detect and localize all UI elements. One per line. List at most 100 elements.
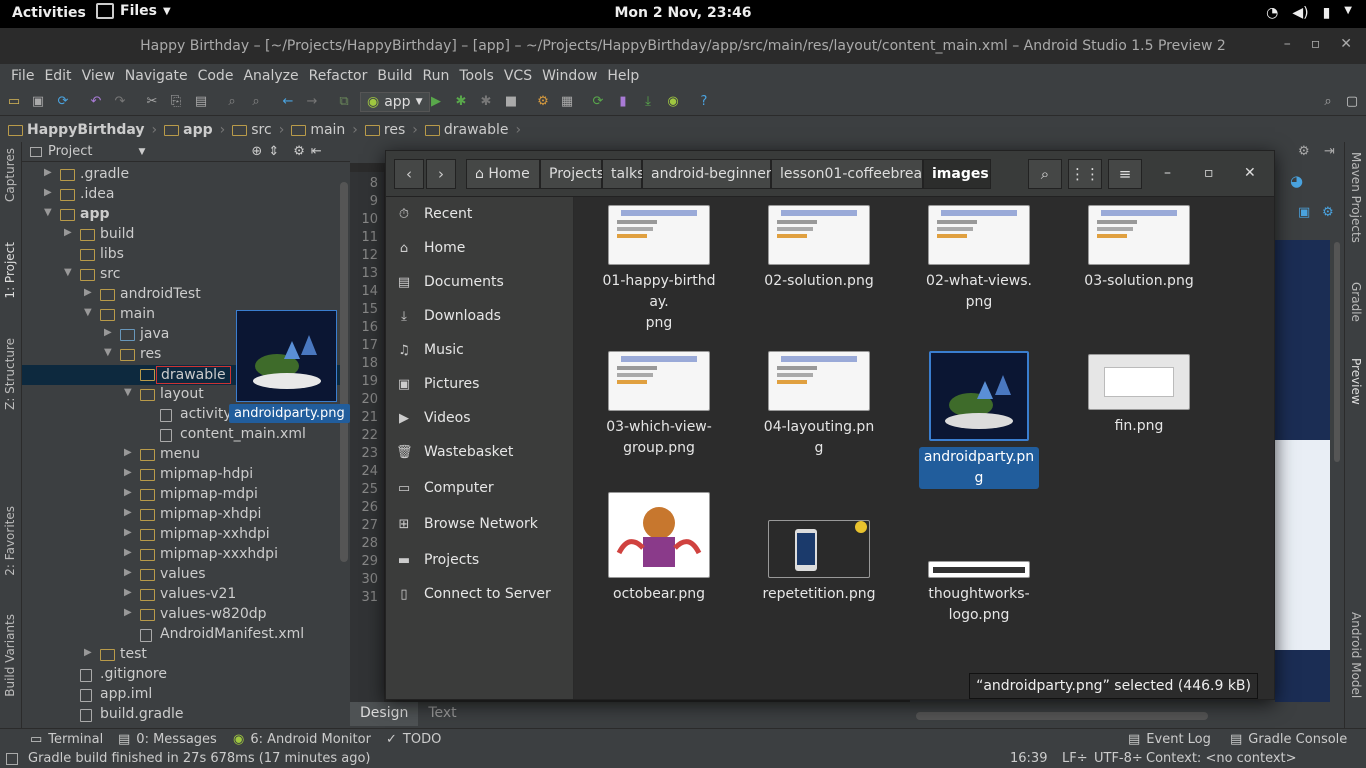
tool-windows-icon[interactable]	[6, 753, 18, 765]
tree-row[interactable]: ▶ build	[22, 225, 340, 245]
chevron-right-icon[interactable]: ▶	[124, 487, 132, 498]
scroll-from-source-icon[interactable]: ⊕	[251, 144, 262, 159]
chevron-down-icon[interactable]: ▼	[138, 147, 145, 157]
chevron-right-icon[interactable]: ▶	[64, 227, 72, 238]
places-item-browse-network[interactable]: ⊞ Browse Network	[396, 513, 538, 535]
menu-analyze[interactable]: Analyze	[238, 64, 303, 88]
tree-row[interactable]: app.iml	[22, 685, 340, 705]
file-encoding[interactable]: UTF-8÷	[1094, 751, 1143, 766]
forward-icon[interactable]: →	[304, 94, 320, 110]
make-project-icon[interactable]: ⧉	[336, 94, 352, 110]
tree-row[interactable]: ▶ values-w820dp	[22, 605, 340, 625]
tree-row[interactable]: ▶ .gradle	[22, 165, 340, 185]
tool-tab-gradle-console[interactable]: ▤ Gradle Console	[1230, 732, 1347, 747]
menu-tools[interactable]: Tools	[454, 64, 499, 88]
find-icon[interactable]: ⌕	[224, 94, 240, 110]
menu-edit[interactable]: Edit	[39, 64, 76, 88]
places-item-home[interactable]: ⌂ Home	[396, 237, 465, 259]
tool-tab-android-monitor[interactable]: ◉ 6: Android Monitor	[233, 732, 371, 747]
places-item-downloads[interactable]: ⤓ Downloads	[396, 305, 501, 327]
places-item-projects[interactable]: ▬ Projects	[396, 549, 479, 571]
android-device-monitor-icon[interactable]: ◉	[665, 94, 681, 110]
file-item[interactable]: thoughtworks-logo.png	[919, 492, 1039, 626]
tool-tab-preview[interactable]: Preview	[1349, 358, 1363, 405]
chevron-right-icon[interactable]: ▶	[84, 647, 92, 658]
places-item-recent[interactable]: ⏱ Recent	[396, 203, 472, 225]
breadcrumb-item[interactable]: main	[291, 122, 345, 138]
menu-navigate[interactable]: Navigate	[120, 64, 193, 88]
maximize-icon[interactable]: ▫	[1204, 165, 1214, 181]
gear-icon[interactable]: ⚙	[1298, 144, 1310, 159]
project-view-select[interactable]: Project	[48, 144, 92, 159]
save-icon[interactable]: ▣	[30, 94, 46, 110]
chevron-right-icon[interactable]: ▶	[124, 607, 132, 618]
file-item[interactable]: 02-solution.png	[759, 205, 879, 292]
tool-tab-todo[interactable]: ✓ TODO	[386, 732, 441, 747]
tree-row[interactable]: libs	[22, 245, 340, 265]
path-button[interactable]: lesson01-coffeebreak	[771, 159, 930, 189]
tool-tab-favorites[interactable]: 2: Favorites	[3, 506, 17, 576]
tree-row[interactable]: ▶ mipmap-xhdpi	[22, 505, 340, 525]
open-folder-icon[interactable]: ▭	[6, 94, 22, 110]
minimize-icon[interactable]: –	[1284, 36, 1291, 52]
tree-row[interactable]: build.gradle	[22, 705, 340, 725]
search-button[interactable]: ⌕	[1028, 159, 1062, 189]
chevron-right-icon[interactable]: ▶	[124, 527, 132, 538]
file-item[interactable]: 01-happy-birthday. png	[599, 205, 719, 334]
preview-hscrollbar[interactable]	[916, 712, 1208, 720]
preview-vscrollbar[interactable]	[1334, 242, 1340, 462]
path-button[interactable]: talks	[602, 159, 644, 189]
forward-button[interactable]: ›	[426, 159, 456, 189]
chevron-right-icon[interactable]: ▶	[124, 567, 132, 578]
search-everywhere-icon[interactable]: ⌕	[1320, 94, 1336, 110]
chevron-right-icon[interactable]: ▶	[44, 167, 52, 178]
gradle-sync-icon[interactable]: ⟳	[590, 94, 606, 110]
places-item-connect-to-server[interactable]: ▯ Connect to Server	[396, 583, 550, 605]
path-button[interactable]: ⌂ Home	[466, 159, 540, 189]
window-icon[interactable]: ▢	[1344, 94, 1360, 110]
activities-button[interactable]: Activities	[12, 5, 86, 21]
file-item[interactable]: fin.png	[1079, 351, 1199, 437]
menu-refactor[interactable]: Refactor	[304, 64, 373, 88]
chevron-down-icon[interactable]: ▼	[64, 267, 72, 278]
tool-tab-build-variants[interactable]: Build Variants	[3, 614, 17, 697]
chevron-right-icon[interactable]: ▶	[124, 547, 132, 558]
menu-vcs[interactable]: VCS	[499, 64, 537, 88]
debug-icon[interactable]: ✱	[453, 94, 469, 110]
close-icon[interactable]: ✕	[1340, 36, 1352, 52]
run-config-select[interactable]: ◉ app ▼	[360, 92, 430, 112]
menu-build[interactable]: Build	[372, 64, 417, 88]
hide-panel-icon[interactable]: ⇤	[311, 144, 322, 159]
hide-panel-icon[interactable]: ⇥	[1324, 144, 1335, 159]
tree-row[interactable]: ▶ values-v21	[22, 585, 340, 605]
tool-tab-gradle[interactable]: Gradle	[1349, 282, 1363, 322]
path-button[interactable]: Projects	[540, 159, 604, 189]
menu-help[interactable]: Help	[602, 64, 644, 88]
menu-file[interactable]: File	[6, 64, 39, 88]
menu-run[interactable]: Run	[418, 64, 455, 88]
breadcrumb-item[interactable]: drawable	[424, 122, 509, 138]
chevron-down-icon[interactable]: ▼	[84, 307, 92, 318]
chevron-right-icon[interactable]: ▶	[44, 187, 52, 198]
menu-view[interactable]: View	[77, 64, 120, 88]
tree-row[interactable]: ▶ test	[22, 645, 340, 665]
gear-icon[interactable]: ⚙	[293, 144, 305, 159]
back-button[interactable]: ‹	[394, 159, 424, 189]
project-structure-icon[interactable]: ⚙	[535, 94, 551, 110]
maximize-icon[interactable]: ▫	[1311, 36, 1321, 52]
collapse-all-icon[interactable]: ⇕	[268, 144, 279, 159]
tab-design[interactable]: Design	[350, 702, 419, 726]
back-icon[interactable]: ←	[280, 94, 296, 110]
places-item-music[interactable]: ♫ Music	[396, 339, 464, 361]
tree-row[interactable]: ▶ menu	[22, 445, 340, 465]
chevron-down-icon[interactable]: ▼	[104, 347, 112, 358]
cut-icon[interactable]: ✂	[144, 94, 160, 110]
places-item-computer[interactable]: ▭ Computer	[396, 477, 494, 499]
settings-icon[interactable]: ⚙	[1322, 205, 1334, 220]
tree-row[interactable]: ▶ mipmap-mdpi	[22, 485, 340, 505]
app-menu-files[interactable]: Files ▼	[96, 3, 171, 19]
tool-tab-terminal[interactable]: ▭ Terminal	[30, 732, 103, 747]
chevron-right-icon[interactable]: ▶	[124, 587, 132, 598]
breadcrumb-item[interactable]: HappyBirthday	[8, 122, 145, 138]
layout-icon[interactable]: ▦	[559, 94, 575, 110]
